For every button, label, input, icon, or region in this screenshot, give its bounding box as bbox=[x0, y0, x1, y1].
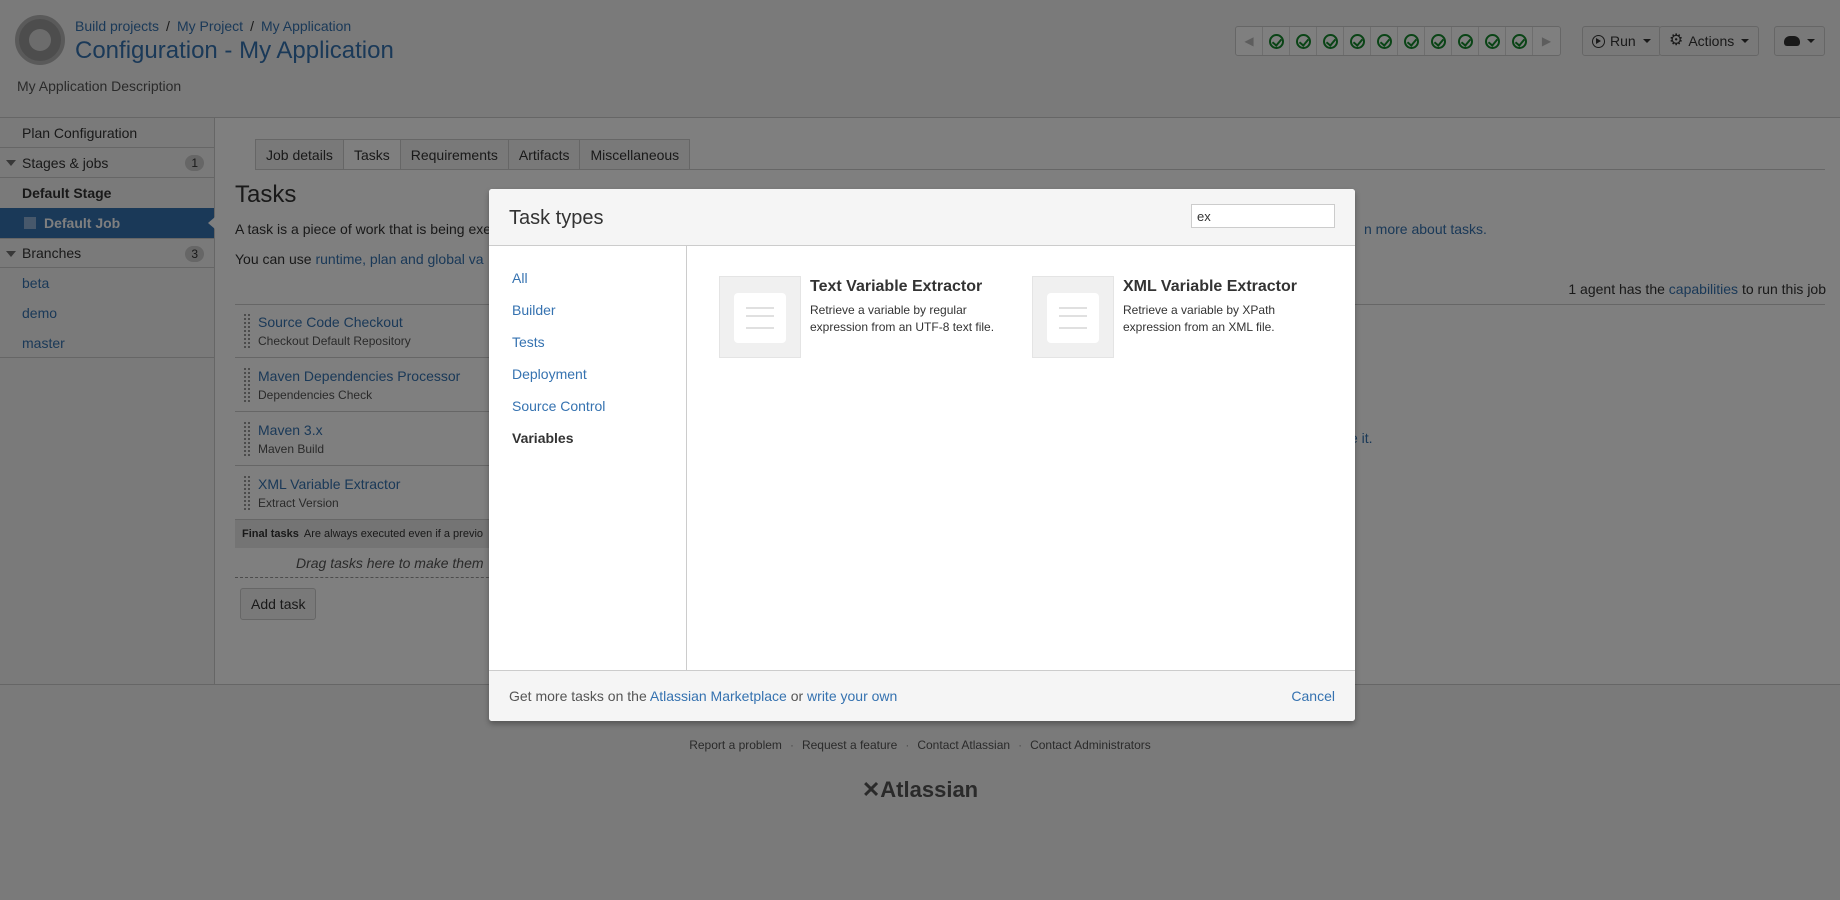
more-tasks-prefix: Get more tasks on the bbox=[509, 688, 650, 704]
category-source-control[interactable]: Source Control bbox=[489, 390, 686, 422]
cancel-link[interactable]: Cancel bbox=[1291, 688, 1335, 704]
category-variables[interactable]: Variables bbox=[489, 422, 686, 454]
category-tests[interactable]: Tests bbox=[489, 326, 686, 358]
category-deployment[interactable]: Deployment bbox=[489, 358, 686, 390]
dialog-title: Task types bbox=[509, 207, 604, 229]
write-your-own-link[interactable]: write your own bbox=[807, 688, 897, 704]
document-icon bbox=[734, 293, 786, 343]
task-type-name[interactable]: Text Variable Extractor bbox=[810, 278, 982, 296]
task-type-description: Retrieve a variable by regular expressio… bbox=[810, 303, 995, 334]
task-type-card[interactable]: XML Variable Extractor Retrieve a variab… bbox=[1032, 276, 1332, 360]
task-type-thumbnail bbox=[1032, 276, 1114, 358]
task-type-description: Retrieve a variable by XPath expression … bbox=[1123, 303, 1276, 334]
task-types-dialog: Task types All Builder Tests Deployment … bbox=[489, 189, 1355, 721]
task-category-nav: All Builder Tests Deployment Source Cont… bbox=[489, 246, 687, 670]
document-icon bbox=[1047, 293, 1099, 343]
dialog-footer: Get more tasks on the Atlassian Marketpl… bbox=[489, 670, 1355, 721]
more-tasks-or: or bbox=[786, 688, 808, 704]
category-all[interactable]: All bbox=[489, 262, 686, 294]
task-type-card[interactable]: Text Variable Extractor Retrieve a varia… bbox=[719, 276, 1019, 360]
task-search-input[interactable] bbox=[1191, 204, 1335, 228]
task-type-thumbnail bbox=[719, 276, 801, 358]
category-builder[interactable]: Builder bbox=[489, 294, 686, 326]
more-tasks-text: Get more tasks on the Atlassian Marketpl… bbox=[509, 688, 897, 704]
dialog-header: Task types bbox=[489, 189, 1355, 246]
atlassian-marketplace-link[interactable]: Atlassian Marketplace bbox=[650, 688, 787, 704]
task-types-list: Text Variable Extractor Retrieve a varia… bbox=[688, 246, 1355, 670]
task-type-name[interactable]: XML Variable Extractor bbox=[1123, 278, 1297, 296]
